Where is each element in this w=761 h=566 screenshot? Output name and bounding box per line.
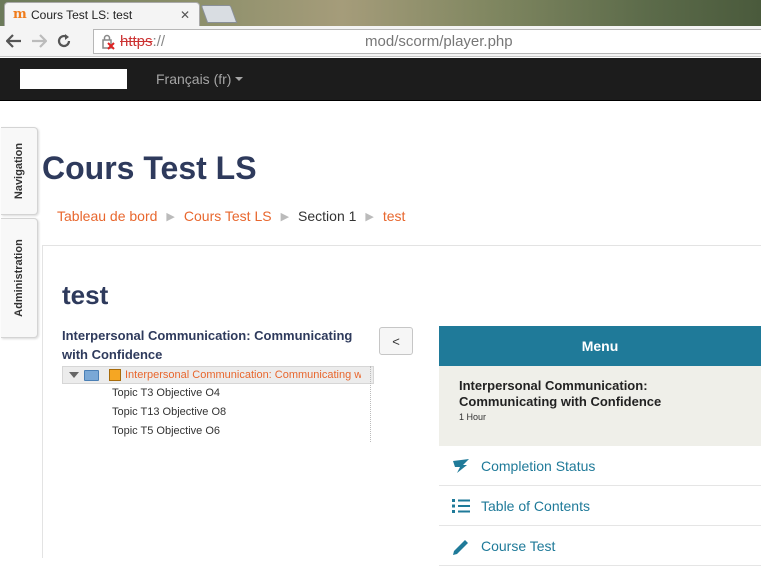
player-menu-header[interactable]: Menu <box>439 326 761 366</box>
breadcrumb-separator-icon: ▶ <box>280 210 290 223</box>
scorm-player: Menu Interpersonal Communication: Commun… <box>439 326 761 566</box>
dock-tab-administration[interactable]: Administration <box>1 218 38 338</box>
tree-root-label[interactable]: Interpersonal Communication: Communicati… <box>125 369 361 381</box>
back-icon[interactable] <box>3 30 25 52</box>
breadcrumb-item-course[interactable]: Cours Test LS <box>184 208 272 224</box>
menu-item-label: Completion Status <box>481 457 596 474</box>
browser-tabstrip: m Cours Test LS: test ✕ <box>0 0 761 26</box>
forward-icon[interactable] <box>28 30 50 52</box>
tree-item[interactable]: Topic T5 Objective O6 <box>112 422 374 441</box>
tree-root-node[interactable]: Interpersonal Communication: Communicati… <box>62 366 374 384</box>
course-duration: 1 Hour <box>459 412 487 422</box>
page-title: Cours Test LS <box>42 150 257 186</box>
breadcrumb-item-activity[interactable]: test <box>383 208 406 224</box>
breadcrumb-separator-icon: ▶ <box>166 210 175 223</box>
dock-navigation-label: Navigation <box>13 142 25 200</box>
completion-icon <box>451 456 471 476</box>
dock-tab-navigation[interactable]: Navigation <box>1 127 38 215</box>
pencil-icon <box>451 536 471 556</box>
breadcrumb-item-section: Section 1 <box>298 208 357 224</box>
language-label: Français (fr) <box>156 71 232 87</box>
tree-item[interactable]: Topic T3 Objective O4 <box>112 384 374 403</box>
moodle-favicon-icon: m <box>13 6 27 22</box>
toc-tree: Interpersonal Communication: Communicati… <box>62 366 374 442</box>
browser-tab[interactable]: m Cours Test LS: test ✕ <box>4 2 200 26</box>
tab-title: Cours Test LS: test <box>31 7 133 22</box>
close-tab-icon[interactable]: ✕ <box>179 8 191 22</box>
collapse-toc-button[interactable]: < <box>379 327 413 355</box>
tree-item[interactable]: Topic T13 Objective O8 <box>112 403 374 422</box>
menu-item-table-of-contents[interactable]: Table of Contents › <box>439 486 761 526</box>
tree-scrollbar[interactable] <box>370 366 374 442</box>
menu-item-completion-status[interactable]: Completion Status <box>439 446 761 486</box>
course-name: Interpersonal Communication: Communicati… <box>459 378 662 409</box>
new-tab-button[interactable] <box>200 5 238 23</box>
site-brand[interactable] <box>20 69 127 89</box>
broken-lock-icon[interactable] <box>100 34 118 50</box>
tree-expand-icon[interactable] <box>69 372 79 378</box>
url-scheme: https <box>120 33 153 50</box>
player-course-info: Interpersonal Communication: Communicati… <box>439 366 761 446</box>
sco-status-icon <box>109 369 121 381</box>
folder-icon <box>84 369 99 381</box>
breadcrumb: Tableau de bord ▶ Cours Test LS ▶ Sectio… <box>57 208 405 224</box>
menu-item-course-test[interactable]: Course Test <box>439 526 761 566</box>
menu-item-label: Table of Contents <box>481 497 590 514</box>
url-separator: :// <box>152 33 166 50</box>
browser-toolbar: https :// mod/scorm/player.php <box>0 26 761 57</box>
menu-item-label: Course Test <box>481 537 556 554</box>
activity-title: test <box>62 280 109 310</box>
site-navbar: Français (fr) <box>0 58 761 101</box>
breadcrumb-separator-icon: ▶ <box>365 210 374 223</box>
dock-administration-label: Administration <box>13 239 25 317</box>
list-icon <box>451 496 471 516</box>
breadcrumb-item-dashboard[interactable]: Tableau de bord <box>57 208 157 224</box>
url-path: mod/scorm/player.php <box>365 33 513 50</box>
toc-heading: Interpersonal Communication: Communicati… <box>62 328 353 362</box>
language-menu[interactable]: Français (fr) <box>156 71 244 87</box>
caret-down-icon <box>235 77 244 81</box>
address-bar[interactable]: https :// mod/scorm/player.php <box>93 29 761 54</box>
reload-icon[interactable] <box>53 30 75 52</box>
